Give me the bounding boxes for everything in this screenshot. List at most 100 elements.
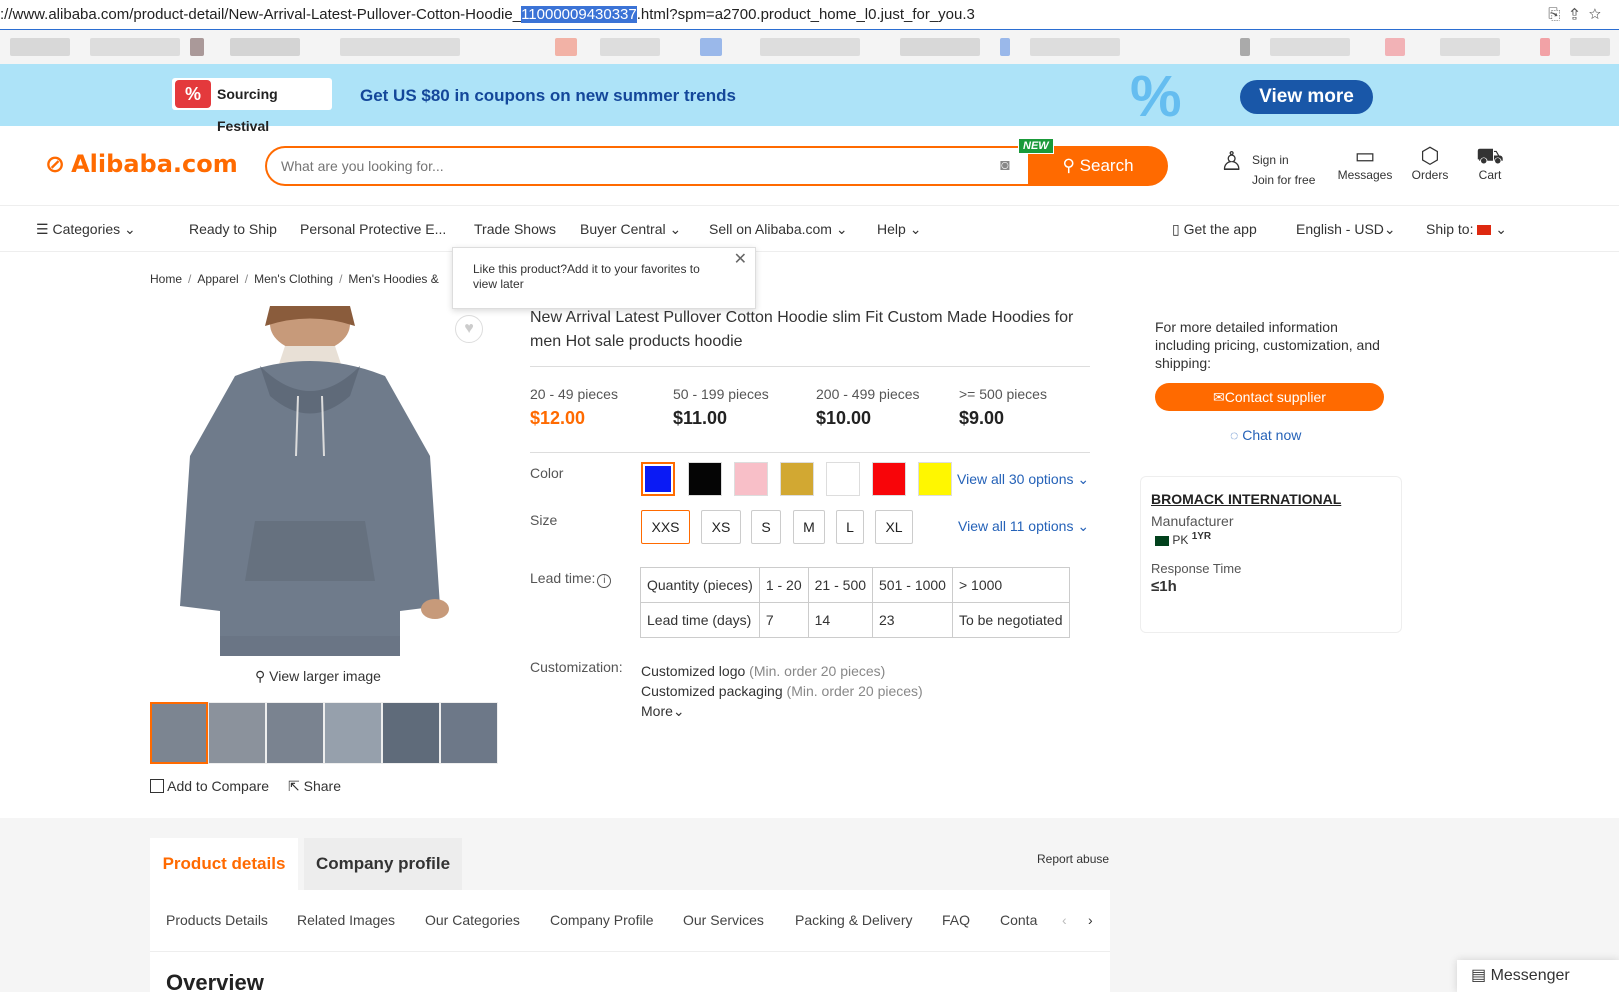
thumbnail-4[interactable]	[324, 702, 382, 764]
cart-link[interactable]: ⛟ Cart	[1465, 144, 1515, 183]
tab-product-details[interactable]: Product details	[150, 838, 298, 890]
tab-company-profile[interactable]: Company profile	[304, 838, 462, 890]
view-all-sizes[interactable]: View all 11 options ⌄	[958, 518, 1089, 535]
ship-to-select[interactable]: Ship to: ⌄	[1426, 221, 1507, 238]
get-the-app[interactable]: ▯ Get the app	[1172, 221, 1257, 238]
size-option-s[interactable]: S	[751, 510, 781, 544]
thumbnail-6[interactable]	[440, 702, 498, 764]
nav-help[interactable]: Help ⌄	[877, 221, 921, 238]
nav-sell-on-alibaba[interactable]: Sell on Alibaba.com ⌄	[709, 221, 848, 238]
size-option-l[interactable]: L	[836, 510, 864, 544]
size-option-xl[interactable]: XL	[875, 510, 913, 544]
chevron-down-icon: ⌄	[672, 703, 685, 719]
subnav-products-details[interactable]: Products Details	[166, 912, 268, 928]
breadcrumb-mens-clothing[interactable]: Men's Clothing	[254, 272, 333, 286]
breadcrumb-mens-hoodies[interactable]: Men's Hoodies &	[348, 272, 438, 286]
subnav-contact[interactable]: Conta	[1000, 912, 1037, 928]
add-to-compare[interactable]: Add to Compare	[150, 778, 269, 794]
subnav-company-profile[interactable]: Company Profile	[550, 912, 654, 928]
favorite-heart-icon[interactable]: ♥	[455, 315, 483, 343]
custom-logo-text: Customized logo	[641, 663, 746, 679]
subnav-our-categories[interactable]: Our Categories	[425, 912, 520, 928]
report-abuse-link[interactable]: Report abuse	[1037, 852, 1109, 866]
search-input[interactable]	[267, 148, 967, 184]
thumbnail-5[interactable]	[382, 702, 440, 764]
alibaba-logo[interactable]: ⊘ Alibaba.com	[45, 150, 238, 178]
more-label: More	[641, 703, 673, 719]
table-cell: To be negotiated	[951, 602, 1070, 638]
share-label: Share	[303, 778, 341, 794]
color-swatch-yellow[interactable]	[918, 462, 952, 496]
color-swatch-blue[interactable]	[641, 462, 675, 496]
chevron-down-icon: ⌄	[1077, 518, 1090, 534]
thumbnail-2[interactable]	[208, 702, 266, 764]
view-all-colors-label: View all 30 options	[957, 471, 1074, 487]
categories-menu[interactable]: ☰ Categories ⌄	[36, 221, 136, 238]
language-label: English - USD	[1296, 221, 1384, 237]
close-icon[interactable]: ✕	[734, 252, 747, 268]
alibaba-mark-icon: ⊘	[45, 150, 66, 178]
share-icon[interactable]: ⇪	[1570, 6, 1588, 23]
thumbnail-1[interactable]	[150, 702, 208, 764]
price-tier-2: 50 - 199 pieces $11.00	[673, 386, 769, 429]
chevron-right-icon[interactable]: ›	[1088, 912, 1093, 928]
chat-icon: ◌	[1230, 427, 1243, 443]
chat-now-link[interactable]: ◌ Chat now	[1230, 427, 1301, 443]
nav-buyer-central[interactable]: Buyer Central ⌄	[580, 221, 681, 238]
color-swatch-red[interactable]	[872, 462, 906, 496]
years-badge: 1YR	[1191, 531, 1212, 542]
breadcrumb-home[interactable]: Home	[150, 272, 182, 286]
company-name[interactable]: BROMACK INTERNATIONAL	[1151, 491, 1391, 507]
subnav-faq[interactable]: FAQ	[942, 912, 970, 928]
messages-link[interactable]: ▭ Messages	[1335, 144, 1395, 183]
view-more-button[interactable]: View more	[1240, 80, 1373, 114]
size-option-xs[interactable]: XS	[701, 510, 741, 544]
subnav-related-images[interactable]: Related Images	[297, 912, 395, 928]
color-swatch-black[interactable]	[688, 462, 722, 496]
chevron-down-icon: ⌄	[1383, 221, 1396, 237]
view-larger-link[interactable]: ⚲ View larger image	[255, 668, 381, 685]
supplier-info-text: For more detailed information including …	[1155, 319, 1380, 371]
nav-trade-shows[interactable]: Trade Shows	[474, 221, 556, 237]
size-option-m[interactable]: M	[793, 510, 825, 544]
subnav-packing-delivery[interactable]: Packing & Delivery	[795, 912, 913, 928]
sell-label: Sell on Alibaba.com	[709, 221, 832, 237]
chevron-left-icon[interactable]: ‹	[1062, 912, 1067, 928]
color-swatch-pink[interactable]	[734, 462, 768, 496]
user-icon[interactable]: ♙	[1220, 146, 1243, 177]
language-currency-select[interactable]: English - USD⌄	[1296, 221, 1396, 238]
info-icon[interactable]: i	[597, 574, 612, 588]
site-header: ⊘Alibaba.com ◙ ⚲ Search NEW ♙ Sign in Jo…	[0, 126, 1619, 206]
sign-in-text[interactable]: Sign in	[1252, 150, 1315, 170]
translate-icon[interactable]: ⎘	[1548, 6, 1570, 23]
color-swatch-white[interactable]	[826, 462, 860, 496]
join-free-text[interactable]: Join for free	[1252, 170, 1315, 190]
lead-time-table: Quantity (pieces) 1 - 20 21 - 500 501 - …	[640, 567, 1070, 638]
promo-banner[interactable]: % Sourcing Festival Get US $80 in coupon…	[0, 64, 1619, 134]
thumbnail-3[interactable]	[266, 702, 324, 764]
camera-icon[interactable]: ◙	[1000, 157, 1010, 175]
subnav-our-services[interactable]: Our Services	[683, 912, 764, 928]
color-swatch-mustard[interactable]	[780, 462, 814, 496]
price-tier-qty: >= 500 pieces	[959, 386, 1047, 402]
tooltip-text: Like this product?Add it to your favorit…	[473, 262, 700, 291]
sign-in-link[interactable]: Sign in Join for free	[1252, 150, 1315, 190]
contact-supplier-button[interactable]: ✉Contact supplier	[1155, 383, 1384, 411]
size-option-xxs[interactable]: XXS	[641, 510, 690, 544]
view-all-colors[interactable]: View all 30 options ⌄	[957, 471, 1089, 488]
breadcrumb-apparel[interactable]: Apparel	[197, 272, 238, 286]
main-product-image[interactable]	[150, 296, 500, 656]
messenger-button[interactable]: ▤ Messenger	[1457, 960, 1619, 992]
compare-checkbox[interactable]	[150, 779, 164, 793]
star-icon[interactable]: ☆	[1589, 6, 1611, 23]
nav-personal-protective[interactable]: Personal Protective E...	[300, 221, 446, 237]
chevron-down-icon: ⌄	[835, 221, 848, 237]
messenger-icon: ▤	[1471, 967, 1491, 984]
more-link[interactable]: More⌄	[641, 701, 923, 721]
price-divider	[530, 452, 1090, 453]
browser-toolbar-icons[interactable]: ⎘⇪☆	[1548, 0, 1611, 30]
orders-link[interactable]: ⬡ Orders	[1405, 144, 1455, 183]
share-link[interactable]: ⇱ Share	[288, 778, 341, 795]
browser-url-bar[interactable]: ://www.alibaba.com/product-detail/New-Ar…	[0, 0, 1619, 30]
nav-ready-to-ship[interactable]: Ready to Ship	[189, 221, 277, 237]
